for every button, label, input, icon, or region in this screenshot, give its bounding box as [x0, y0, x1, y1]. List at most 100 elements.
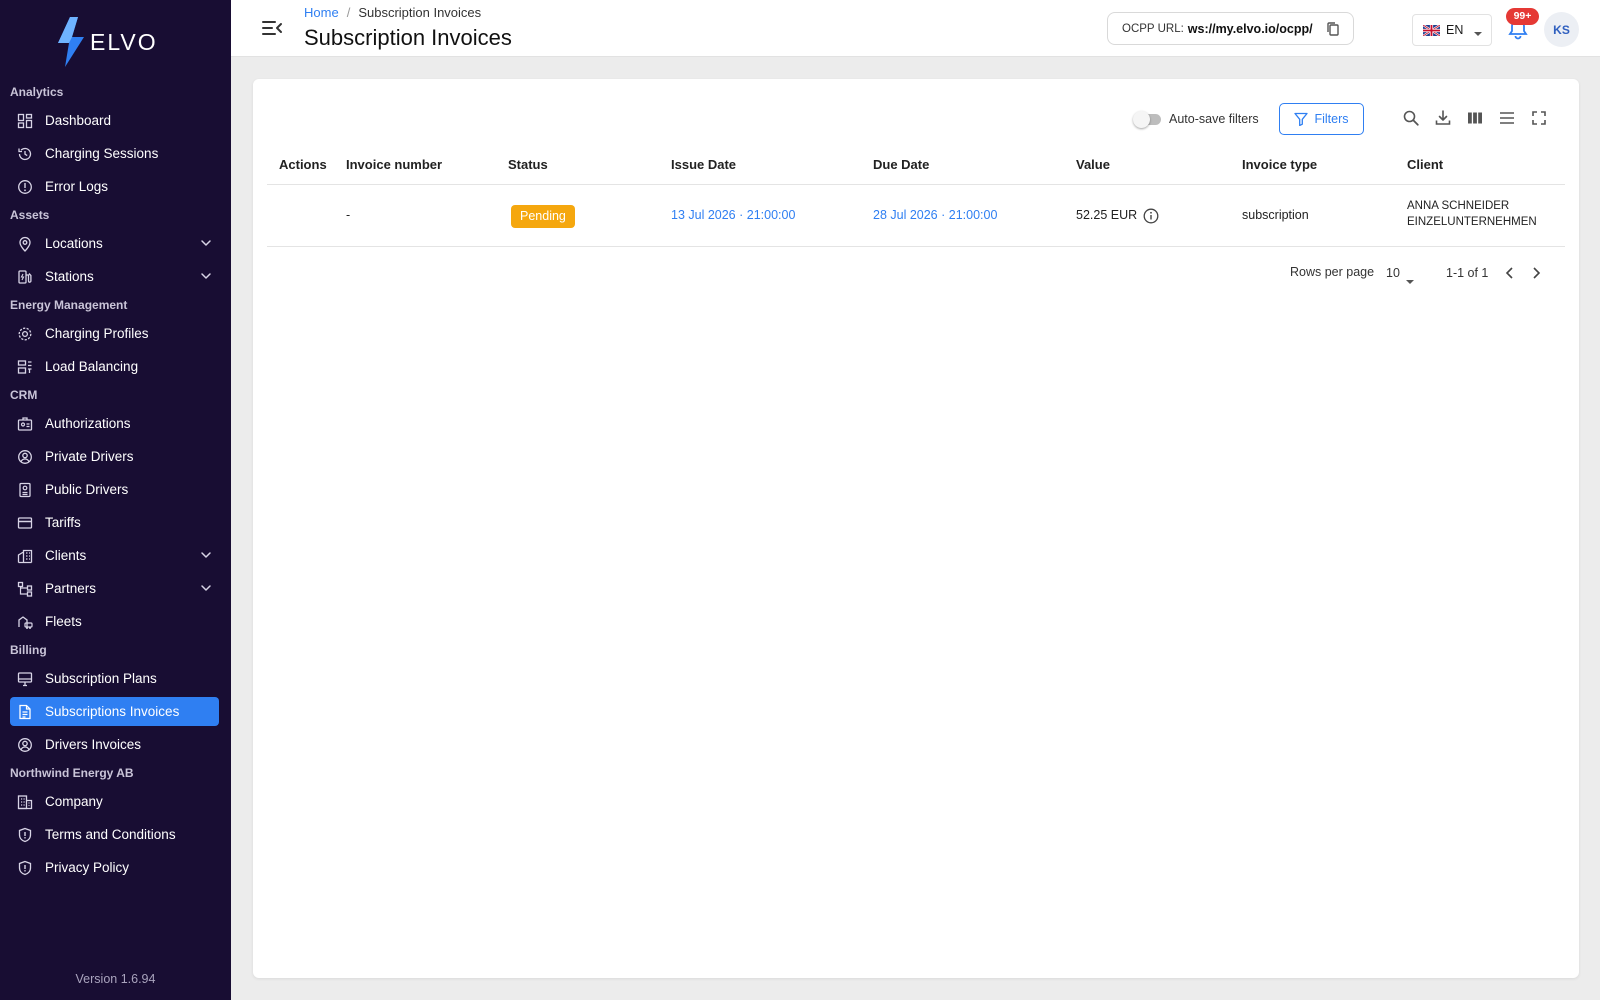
- ocpp-url-label: OCPP URL:: [1122, 22, 1184, 35]
- breadcrumb: Home / Subscription Invoices: [304, 5, 481, 20]
- column-header-status[interactable]: Status: [508, 157, 548, 172]
- user-circle-icon: [16, 736, 34, 754]
- language-select[interactable]: EN: [1412, 14, 1492, 46]
- sidebar-item-label: Subscription Plans: [45, 671, 157, 686]
- sidebar-item-label: Fleets: [45, 614, 82, 629]
- sidebar-item-stations[interactable]: Stations: [10, 262, 219, 291]
- language-value: EN: [1446, 23, 1464, 37]
- fullscreen-icon[interactable]: [1530, 109, 1548, 127]
- column-header-invoice-type[interactable]: Invoice type: [1242, 157, 1317, 172]
- column-header-issue-date[interactable]: Issue Date: [671, 157, 736, 172]
- company-icon: [16, 793, 34, 811]
- sidebar-section-title: Northwind Energy AB: [10, 766, 134, 780]
- invoices-table: Actions Invoice number Status Issue Date…: [267, 143, 1565, 297]
- sidebar-nav: Analytics Dashboard Charging Sessions Error…: [0, 80, 231, 886]
- filters-button-label: Filters: [1314, 112, 1349, 126]
- sidebar-item-label: Privacy Policy: [45, 860, 130, 875]
- search-icon[interactable]: [1402, 109, 1420, 127]
- sidebar-item-authorizations[interactable]: Authorizations: [10, 409, 219, 438]
- ocpp-url-value: ws://my.elvo.io/ocpp/: [1187, 21, 1313, 36]
- cell-invoice-number: -: [346, 208, 351, 222]
- page-title: Subscription Invoices: [304, 25, 512, 50]
- brand-name: ELVO: [90, 28, 158, 55]
- sidebar-item-partners[interactable]: Partners: [10, 574, 219, 603]
- column-header-value[interactable]: Value: [1076, 157, 1110, 172]
- filter-icon: [1294, 112, 1309, 126]
- lightning-logo-icon: [58, 17, 84, 67]
- sidebar-item-fleets[interactable]: Fleets: [10, 607, 219, 636]
- sidebar-item-terms-and-conditions[interactable]: Terms and Conditions: [10, 820, 219, 849]
- user-avatar[interactable]: KS: [1544, 12, 1579, 47]
- column-header-client[interactable]: Client: [1407, 157, 1443, 172]
- sidebar-item-private-drivers[interactable]: Private Drivers: [10, 442, 219, 471]
- sidebar-item-tariffs[interactable]: Tariffs: [10, 508, 219, 537]
- table-row[interactable]: - Pending 13 Jul 2026 · 21:00:00 28 Jul …: [267, 185, 1565, 247]
- sidebar: ELVO Analytics Dashboard Charging Sessions…: [0, 0, 231, 1000]
- chevron-down-icon: [199, 236, 213, 250]
- sidebar-item-charging-profiles[interactable]: Charging Profiles: [10, 319, 219, 348]
- status-badge: Pending: [511, 205, 575, 228]
- previous-page-icon[interactable]: [1502, 265, 1518, 281]
- density-icon[interactable]: [1498, 109, 1516, 127]
- rows-per-page-select[interactable]: 10: [1386, 266, 1400, 280]
- sidebar-item-label: Stations: [45, 269, 94, 284]
- filters-button[interactable]: Filters: [1279, 103, 1364, 135]
- invoices-card: Auto-save filters Filters Actions Invoic…: [253, 79, 1579, 978]
- autosave-filters-toggle[interactable]: [1133, 111, 1161, 128]
- station-icon: [16, 268, 34, 286]
- breadcrumb-home-link[interactable]: Home: [304, 5, 339, 20]
- sidebar-section-title: Analytics: [10, 85, 64, 99]
- sidebar-item-label: Private Drivers: [45, 449, 134, 464]
- cell-issue-date[interactable]: 13 Jul 2026 · 21:00:00: [671, 208, 795, 222]
- sidebar-item-subscription-plans[interactable]: Subscription Plans: [10, 664, 219, 693]
- breadcrumb-separator: /: [346, 5, 351, 20]
- rows-per-page-label: Rows per page: [1290, 265, 1375, 279]
- sidebar-item-load-balancing[interactable]: Load Balancing: [10, 352, 219, 381]
- dashboard-icon: [16, 112, 34, 130]
- sidebar-item-dashboard[interactable]: Dashboard: [10, 106, 219, 135]
- info-icon[interactable]: [1143, 208, 1159, 224]
- document-icon: [16, 703, 34, 721]
- autosave-filters-label: Auto-save filters: [1169, 112, 1259, 126]
- building-icon: [16, 547, 34, 565]
- notification-count-badge: 99+: [1506, 8, 1539, 25]
- sidebar-section-title: Energy Management: [10, 298, 128, 312]
- copy-icon[interactable]: [1325, 21, 1341, 37]
- chevron-down-icon: [199, 548, 213, 562]
- column-header-invoice-number[interactable]: Invoice number: [346, 157, 442, 172]
- menu-collapse-icon[interactable]: [261, 18, 283, 38]
- history-icon: [16, 145, 34, 163]
- sidebar-section-title: CRM: [10, 388, 38, 402]
- fleet-icon: [16, 613, 34, 631]
- chevron-down-icon: [199, 581, 213, 595]
- id-badge-icon: [16, 415, 34, 433]
- sidebar-item-locations[interactable]: Locations: [10, 229, 219, 258]
- shield-icon: [16, 826, 34, 844]
- brand-logo[interactable]: ELVO: [56, 16, 158, 68]
- sidebar-item-drivers-invoices[interactable]: Drivers Invoices: [10, 730, 219, 759]
- column-header-due-date[interactable]: Due Date: [873, 157, 929, 172]
- chevron-down-icon: [1473, 27, 1483, 36]
- sidebar-item-label: Terms and Conditions: [45, 827, 176, 842]
- cell-due-date[interactable]: 28 Jul 2026 · 21:00:00: [873, 208, 997, 222]
- sidebar-item-label: Error Logs: [45, 179, 109, 194]
- column-header-actions[interactable]: Actions: [279, 157, 327, 172]
- sidebar-item-label: Subscriptions Invoices: [45, 704, 180, 719]
- download-icon[interactable]: [1434, 109, 1452, 127]
- sidebar-item-label: Charging Profiles: [45, 326, 149, 341]
- sidebar-item-charging-sessions[interactable]: Charging Sessions: [10, 139, 219, 168]
- sidebar-item-label: Drivers Invoices: [45, 737, 142, 752]
- app-version: Version 1.6.94: [75, 972, 156, 986]
- cell-client-line2: EINZELUNTERNEHMEN: [1407, 216, 1537, 228]
- sidebar-item-error-logs[interactable]: Error Logs: [10, 172, 219, 201]
- chevron-down-icon: [199, 269, 213, 283]
- pagination-range: 1-1 of 1: [1446, 266, 1489, 280]
- sidebar-item-privacy-policy[interactable]: Privacy Policy: [10, 853, 219, 882]
- sidebar-item-company[interactable]: Company: [10, 787, 219, 816]
- sidebar-item-public-drivers[interactable]: Public Drivers: [10, 475, 219, 504]
- next-page-icon[interactable]: [1528, 265, 1544, 281]
- columns-icon[interactable]: [1466, 109, 1484, 127]
- sidebar-item-clients[interactable]: Clients: [10, 541, 219, 570]
- sidebar-item-subscriptions-invoices[interactable]: Subscriptions Invoices: [10, 697, 219, 726]
- sidebar-item-label: Charging Sessions: [45, 146, 159, 161]
